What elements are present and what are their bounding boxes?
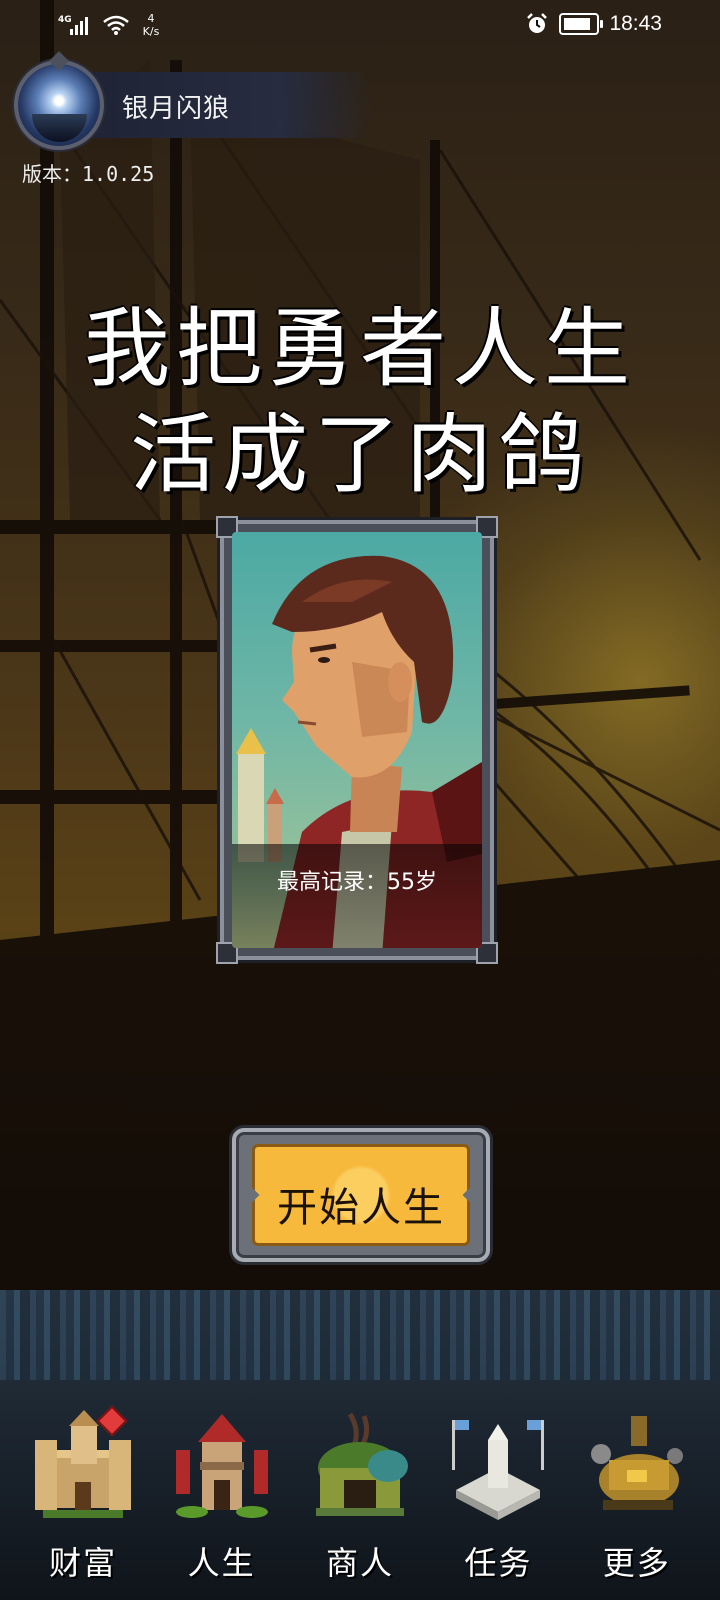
- nav-item-wealth[interactable]: 财富: [23, 1405, 143, 1590]
- alarm-icon: [527, 13, 548, 33]
- network-speed: 4 K/s: [138, 12, 164, 38]
- hero-card[interactable]: 最高记录：55岁: [216, 516, 498, 964]
- signal-icon: 4G: [58, 13, 94, 37]
- nav-item-life[interactable]: 人生: [162, 1410, 282, 1590]
- nav-label-merchant: 商人: [325, 1544, 394, 1582]
- merchant-hut-icon: [315, 1412, 408, 1516]
- start-life-button[interactable]: 开始人生: [232, 1128, 490, 1262]
- username[interactable]: 银月闪狼: [122, 88, 230, 125]
- monument-icon: [452, 1420, 545, 1520]
- wifi-icon: [103, 15, 129, 35]
- hero-portrait: 最高记录：55岁: [232, 532, 482, 948]
- nav-label-life: 人生: [187, 1544, 256, 1582]
- bottom-nav: 财富 人生 商人 任务 更多: [0, 1405, 720, 1600]
- nav-item-merchant[interactable]: 商人: [300, 1410, 420, 1590]
- status-right: 18:43: [525, 12, 662, 36]
- tower-icon: [175, 1414, 268, 1518]
- record-panel: 最高记录：55岁: [232, 844, 482, 948]
- speed-unit: K/s: [142, 25, 160, 38]
- status-bar: 4G 4 K/s 18:43: [0, 0, 720, 56]
- start-button-face: 开始人生: [252, 1144, 470, 1246]
- version-label: 版本：1.0.25: [22, 162, 155, 186]
- nav-label-quest: 任务: [464, 1544, 533, 1582]
- best-record-text: 最高记录：55岁: [277, 870, 437, 895]
- clock: 18:43: [609, 12, 662, 35]
- avatar[interactable]: [14, 60, 104, 150]
- speed-value: 4: [147, 12, 155, 25]
- sea-waves: [0, 1290, 720, 1380]
- nav-item-more[interactable]: 更多: [577, 1410, 697, 1590]
- nav-label-more: 更多: [602, 1544, 671, 1582]
- battery-charging-icon: [559, 13, 604, 35]
- nav-item-quest[interactable]: 任务: [438, 1410, 558, 1590]
- start-button-label: 开始人生: [277, 1185, 445, 1231]
- nav-label-wealth: 财富: [49, 1544, 118, 1582]
- game-title-line2: 活成了肉鸽: [130, 405, 590, 505]
- workshop-icon: [590, 1416, 683, 1510]
- status-left: 4G 4 K/s: [58, 12, 164, 38]
